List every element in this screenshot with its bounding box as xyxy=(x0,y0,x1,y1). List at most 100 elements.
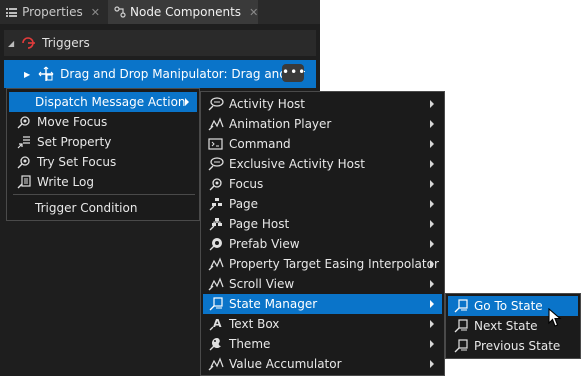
triggers-section-header[interactable]: ◢ Triggers xyxy=(4,30,316,56)
tab-properties[interactable]: Properties ✕ xyxy=(0,0,106,24)
menu-item-activity-host[interactable]: Activity Host xyxy=(203,94,442,114)
menu-item-label: Previous State xyxy=(474,339,561,353)
tab-strip: Properties ✕ Node Components ✕ xyxy=(0,0,320,24)
page-icon xyxy=(207,196,225,212)
menu-item-write-log[interactable]: Write Log xyxy=(9,172,197,192)
trigger-label: Drag and Drop Manipulator: Drag and Dr xyxy=(60,67,305,81)
menu-item-label: Value Accumulator xyxy=(229,357,342,371)
collapse-arrow-icon[interactable]: ◢ xyxy=(8,39,14,48)
menu-item-focus[interactable]: Focus xyxy=(203,174,442,194)
text-box-icon: A xyxy=(207,316,225,332)
menu-item-prefab-view[interactable]: Prefab View xyxy=(203,234,442,254)
submenu-arrow-icon xyxy=(430,200,434,208)
menu-item-label: Set Property xyxy=(37,135,112,149)
menu-separator xyxy=(13,194,195,195)
tab-properties-label: Properties xyxy=(22,5,83,19)
trigger-item[interactable]: ▶ Drag and Drop Manipulator: Drag and Dr… xyxy=(4,60,316,88)
menu-item-label: Trigger Condition xyxy=(35,201,138,215)
menu-item-try-set-focus[interactable]: Try Set Focus xyxy=(9,152,197,172)
submenu-arrow-icon xyxy=(185,98,189,106)
menu-item-label: Activity Host xyxy=(229,97,306,111)
menu-item-label: Page Host xyxy=(229,217,290,231)
menu-item-theme[interactable]: Theme xyxy=(203,334,442,354)
activity-host-icon xyxy=(207,96,225,112)
set-property-icon xyxy=(15,134,33,150)
action-menu: Dispatch Message Action Move Focus Set P… xyxy=(6,88,200,221)
menu-item-label: Animation Player xyxy=(229,117,332,131)
menu-item-previous-state[interactable]: Previous State xyxy=(448,336,578,356)
state-manager-icon xyxy=(207,296,225,312)
submenu-arrow-icon xyxy=(430,360,434,368)
animation-player-icon xyxy=(207,116,225,132)
menu-item-label: Scroll View xyxy=(229,277,295,291)
menu-item-label: Page xyxy=(229,197,259,211)
submenu-arrow-icon xyxy=(430,300,434,308)
close-icon[interactable]: ✕ xyxy=(249,6,258,19)
tab-node-components[interactable]: Node Components ✕ xyxy=(108,0,258,24)
menu-item-page-host[interactable]: Page Host xyxy=(203,214,442,234)
activity-host-icon xyxy=(207,156,225,172)
menu-item-label: Go To State xyxy=(474,299,543,313)
menu-item-label: Property Target Easing Interpolator xyxy=(229,257,439,271)
menu-item-exclusive-activity-host[interactable]: Exclusive Activity Host xyxy=(203,154,442,174)
trigger-icon xyxy=(22,37,36,49)
submenu-arrow-icon xyxy=(430,160,434,168)
menu-item-label: Focus xyxy=(229,177,264,191)
menu-item-scroll-view[interactable]: Scroll View xyxy=(203,274,442,294)
theme-icon xyxy=(207,336,225,352)
menu-item-label: Write Log xyxy=(37,175,94,189)
menu-item-label: Dispatch Message Action xyxy=(35,95,186,109)
menu-item-property-target-easing-interpolator[interactable]: Property Target Easing Interpolator xyxy=(203,254,442,274)
menu-item-move-focus[interactable]: Move Focus xyxy=(9,112,197,132)
submenu-arrow-icon xyxy=(430,100,434,108)
submenu-arrow-icon xyxy=(430,180,434,188)
page-host-icon xyxy=(207,216,225,232)
menu-item-trigger-condition[interactable]: Trigger Condition xyxy=(9,198,197,218)
menu-item-state-manager[interactable]: State Manager xyxy=(203,294,442,314)
menu-item-dispatch-message-action[interactable]: Dispatch Message Action xyxy=(9,92,197,112)
submenu-arrow-icon xyxy=(430,140,434,148)
list-icon xyxy=(6,7,18,17)
menu-item-label: Next State xyxy=(474,319,538,333)
interpolator-icon xyxy=(207,256,225,272)
svg-text:A: A xyxy=(213,317,222,330)
menu-item-label: Move Focus xyxy=(37,115,108,129)
command-icon xyxy=(207,136,225,152)
focus-icon xyxy=(15,114,33,130)
menu-item-label: Exclusive Activity Host xyxy=(229,157,365,171)
tab-node-components-label: Node Components xyxy=(130,5,242,19)
menu-item-text-box[interactable]: A Text Box xyxy=(203,314,442,334)
menu-item-label: State Manager xyxy=(229,297,318,311)
submenu-arrow-icon xyxy=(430,120,434,128)
prefab-view-icon xyxy=(207,236,225,252)
write-log-icon xyxy=(15,174,33,190)
menu-item-set-property[interactable]: Set Property xyxy=(9,132,197,152)
submenu-arrow-icon xyxy=(430,260,434,268)
expand-arrow-icon[interactable]: ▶ xyxy=(24,70,30,79)
menu-item-label: Theme xyxy=(229,337,271,351)
close-icon[interactable]: ✕ xyxy=(91,6,100,19)
state-icon xyxy=(452,318,470,334)
submenu-arrow-icon xyxy=(430,220,434,228)
more-button[interactable]: ••• xyxy=(282,64,305,82)
submenu-arrow-icon xyxy=(430,280,434,288)
submenu-arrow-icon xyxy=(430,240,434,248)
menu-item-animation-player[interactable]: Animation Player xyxy=(203,114,442,134)
menu-item-command[interactable]: Command xyxy=(203,134,442,154)
menu-item-label: Prefab View xyxy=(229,237,300,251)
focus-icon xyxy=(207,176,225,192)
node-components-icon xyxy=(114,6,126,18)
scroll-view-icon xyxy=(207,276,225,292)
value-accumulator-icon xyxy=(207,356,225,372)
menu-item-page[interactable]: Page xyxy=(203,194,442,214)
node-component-menu: Activity Host Animation Player Command E… xyxy=(200,91,445,376)
menu-item-label: Command xyxy=(229,137,291,151)
submenu-arrow-icon xyxy=(430,320,434,328)
menu-item-value-accumulator[interactable]: Value Accumulator xyxy=(203,354,442,374)
focus-icon xyxy=(15,154,33,170)
drag-drop-icon xyxy=(38,66,54,82)
submenu-arrow-icon xyxy=(430,340,434,348)
mouse-cursor-icon xyxy=(548,308,562,328)
state-icon xyxy=(452,298,470,314)
state-icon xyxy=(452,338,470,354)
